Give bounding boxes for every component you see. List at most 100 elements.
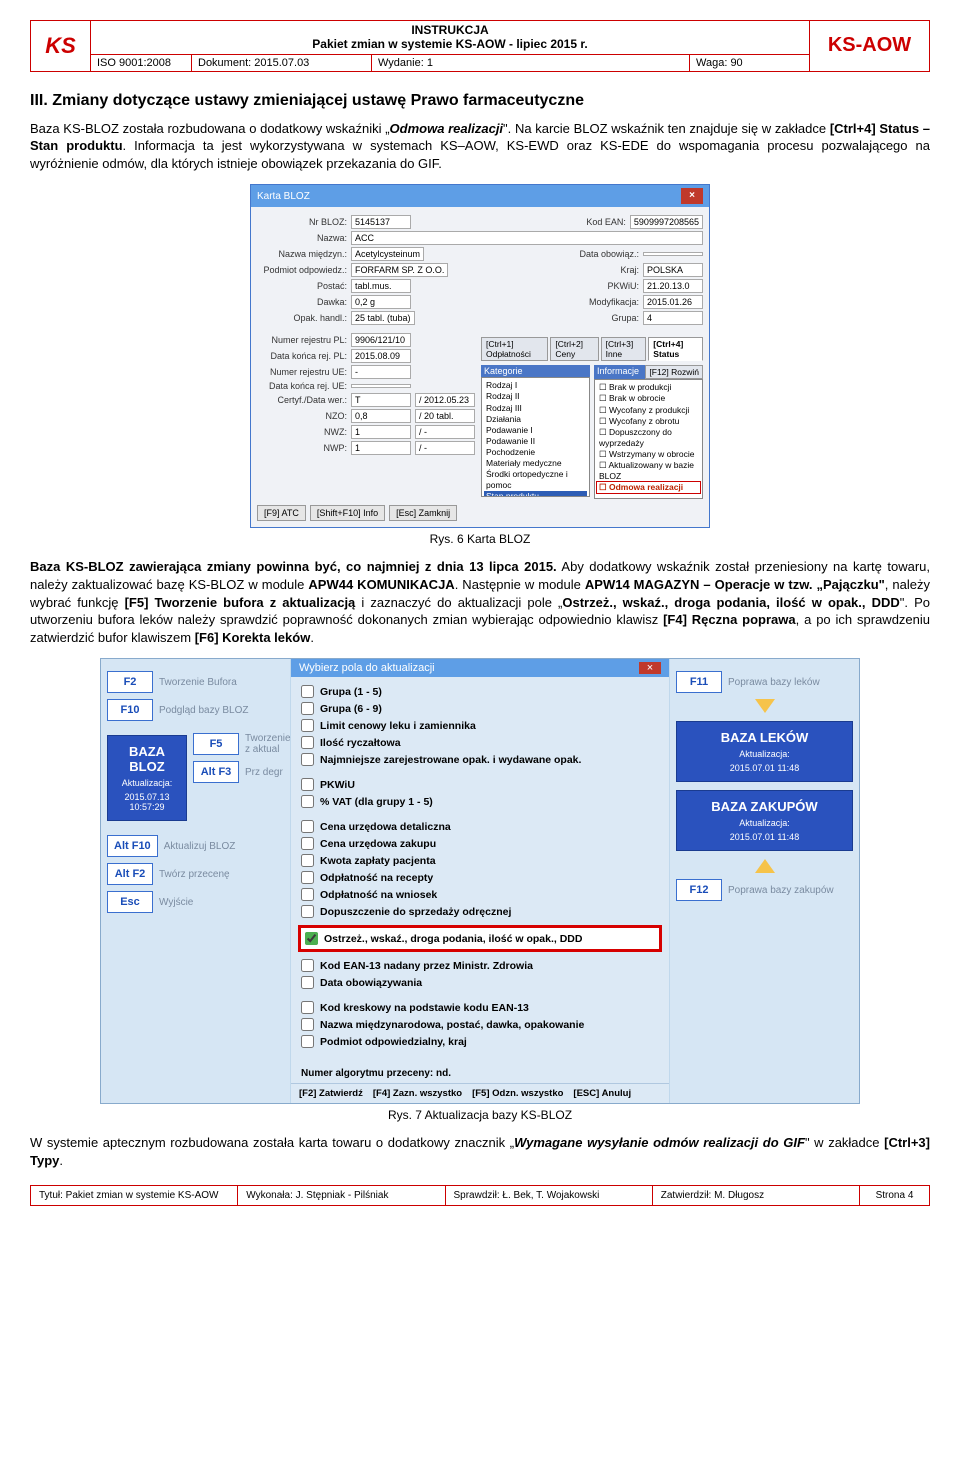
checkbox-row[interactable]: Odpłatność na recepty [301,869,659,886]
cert-b: / 2012.05.23 [415,393,475,407]
list-item[interactable]: ☐ Dopuszczony do wyprzedaży [597,427,700,449]
checkbox[interactable] [301,854,314,867]
info-button[interactable]: [Shift+F10] Info [310,505,385,521]
checkbox[interactable] [301,976,314,989]
checkbox[interactable] [301,820,314,833]
checkbox[interactable] [301,1001,314,1014]
logo-box: KS [31,21,91,71]
list-item[interactable]: ☐ Odmowa realizacji [597,482,700,493]
checkbox[interactable] [301,1035,314,1048]
nazwa-field: ACC [351,231,703,245]
checkbox[interactable] [301,719,314,732]
f2-key[interactable]: F2 [107,671,153,693]
list-item[interactable]: ☐ Wycofany z produkcji [597,405,700,416]
list-item[interactable]: Rodzaj III [484,403,587,414]
list-item[interactable]: ☐ Wycofany z obrotu [597,416,700,427]
checkbox[interactable] [301,905,314,918]
list-item[interactable]: ☐ Wstrzymany w obrocie [597,449,700,460]
list-item[interactable]: ☐ Aktualizowany w bazie BLOZ [597,460,700,482]
f5-key[interactable]: F5 [193,733,239,755]
tab-odpl[interactable]: [Ctrl+1] Odpłatności [481,337,548,361]
checkbox[interactable] [301,871,314,884]
list-item[interactable]: Rodzaj II [484,391,587,402]
zatwierdz-button[interactable]: [F2] Zatwierdź [299,1088,363,1099]
list-item[interactable]: ☐ Brak w produkcji [597,382,700,393]
close-icon[interactable]: × [681,188,703,204]
f11-desc: Poprawa bazy leków [728,677,820,688]
f11-key[interactable]: F11 [676,671,722,693]
checkbox-row[interactable]: Dopuszczenie do sprzedaży odręcznej [301,903,659,920]
checkbox[interactable] [301,702,314,715]
esc-key[interactable]: Esc [107,891,153,913]
rozwin-button[interactable]: [F12] Rozwiń [645,365,703,379]
odzn-button[interactable]: [F5] Odzn. wszystko [472,1088,563,1099]
numrejue-field: - [351,365,411,379]
checkbox-row[interactable]: Data obowiązywania [301,974,659,991]
anuluj-button[interactable]: [ESC] Anuluj [573,1088,631,1099]
f10-key[interactable]: F10 [107,699,153,721]
zamknij-button[interactable]: [Esc] Zamknij [389,505,457,521]
checkbox-row[interactable]: Najmniejsze zarejestrowane opak. i wydaw… [301,751,659,768]
checkbox[interactable] [301,778,314,791]
logo: KS [45,37,76,55]
checkbox-row[interactable]: Podmiot odpowiedzialny, kraj [301,1033,659,1050]
checkbox-row[interactable]: Kwota zapłaty pacjenta [301,852,659,869]
nr-bloz-field: 5145137 [351,215,411,229]
checkbox-row[interactable]: Ilość ryczałtowa [301,734,659,751]
close-icon[interactable]: × [639,662,661,674]
list-item[interactable]: Stan produktu [484,491,587,498]
tab-inne[interactable]: [Ctrl+3] Inne [601,337,647,361]
checkbox-row[interactable]: Grupa (1 - 5) [301,683,659,700]
checkbox[interactable] [301,685,314,698]
checkbox-row[interactable]: Cena urzędowa zakupu [301,835,659,852]
checkbox-row[interactable]: Cena urzędowa detaliczna [301,818,659,835]
checkbox-row[interactable]: Kod kreskowy na podstawie kodu EAN-13 [301,999,659,1016]
checkbox-label: Ilość ryczałtowa [320,737,401,749]
checkbox-row[interactable]: Odpłatność na wniosek [301,886,659,903]
checkbox-row[interactable]: Ostrzeż., wskaź., droga podania, ilość w… [301,928,659,949]
nzo-a: 0,8 [351,409,411,423]
altf10-desc: Aktualizuj BLOZ [164,841,236,852]
checkbox[interactable] [301,959,314,972]
checkbox-row[interactable]: PKWiU [301,776,659,793]
list-item[interactable]: Podawanie I [484,425,587,436]
checkbox[interactable] [301,736,314,749]
checkbox-label: Grupa (1 - 5) [320,686,382,698]
checkbox[interactable] [301,753,314,766]
zazn-button[interactable]: [F4] Zazn. wszystko [373,1088,462,1099]
list-item[interactable]: Podawanie II [484,436,587,447]
list-item[interactable]: Środki ortopedyczne i pomoc [484,469,587,491]
altf10-key[interactable]: Alt F10 [107,835,158,857]
tab-ceny[interactable]: [Ctrl+2] Ceny [550,337,598,361]
checkbox[interactable] [301,837,314,850]
checkbox-list: Grupa (1 - 5) Grupa (6 - 9)Limit cenowy l… [291,677,669,1064]
checkbox[interactable] [301,888,314,901]
list-item[interactable]: Rodzaj I [484,380,587,391]
checkbox-row[interactable]: Kod EAN-13 nadany przez Ministr. Zdrowia [301,957,659,974]
checkbox[interactable] [305,932,318,945]
aktualizacja-window: F2Tworzenie Bufora F10Podgląd bazy BLOZ … [100,658,860,1104]
kraj-field: POLSKA [643,263,703,277]
kategorie-list[interactable]: Rodzaj IRodzaj IIRodzaj IIIDziałaniaPoda… [481,377,590,497]
nwz-a: 1 [351,425,411,439]
checkbox-row[interactable]: Grupa (6 - 9) [301,700,659,717]
checkbox-row[interactable]: % VAT (dla grupy 1 - 5) [301,793,659,810]
f12-desc: Poprawa bazy zakupów [728,885,834,896]
header-mid: INSTRUKCJA Pakiet zmian w systemie KS-AO… [91,21,809,71]
nwz-b: / - [415,425,475,439]
list-item[interactable]: Materiały medyczne [484,458,587,469]
tab-status[interactable]: [Ctrl+4] Status [648,337,703,361]
informacje-list[interactable]: ☐ Brak w produkcji☐ Brak w obrocie☐ Wyco… [594,379,703,499]
checkbox-row[interactable]: Nazwa międzynarodowa, postać, dawka, opa… [301,1016,659,1033]
list-item[interactable]: Pochodzenie [484,447,587,458]
f12-key[interactable]: F12 [676,879,722,901]
atc-button[interactable]: [F9] ATC [257,505,306,521]
altf2-key[interactable]: Alt F2 [107,863,153,885]
list-item[interactable]: ☐ Brak w obrocie [597,393,700,404]
num-algorytmu: Numer algorytmu przeceny: nd. [291,1064,669,1083]
checkbox-row[interactable]: Limit cenowy leku i zamiennika [301,717,659,734]
checkbox[interactable] [301,1018,314,1031]
altf3-key[interactable]: Alt F3 [193,761,239,783]
checkbox[interactable] [301,795,314,808]
list-item[interactable]: Działania [484,414,587,425]
